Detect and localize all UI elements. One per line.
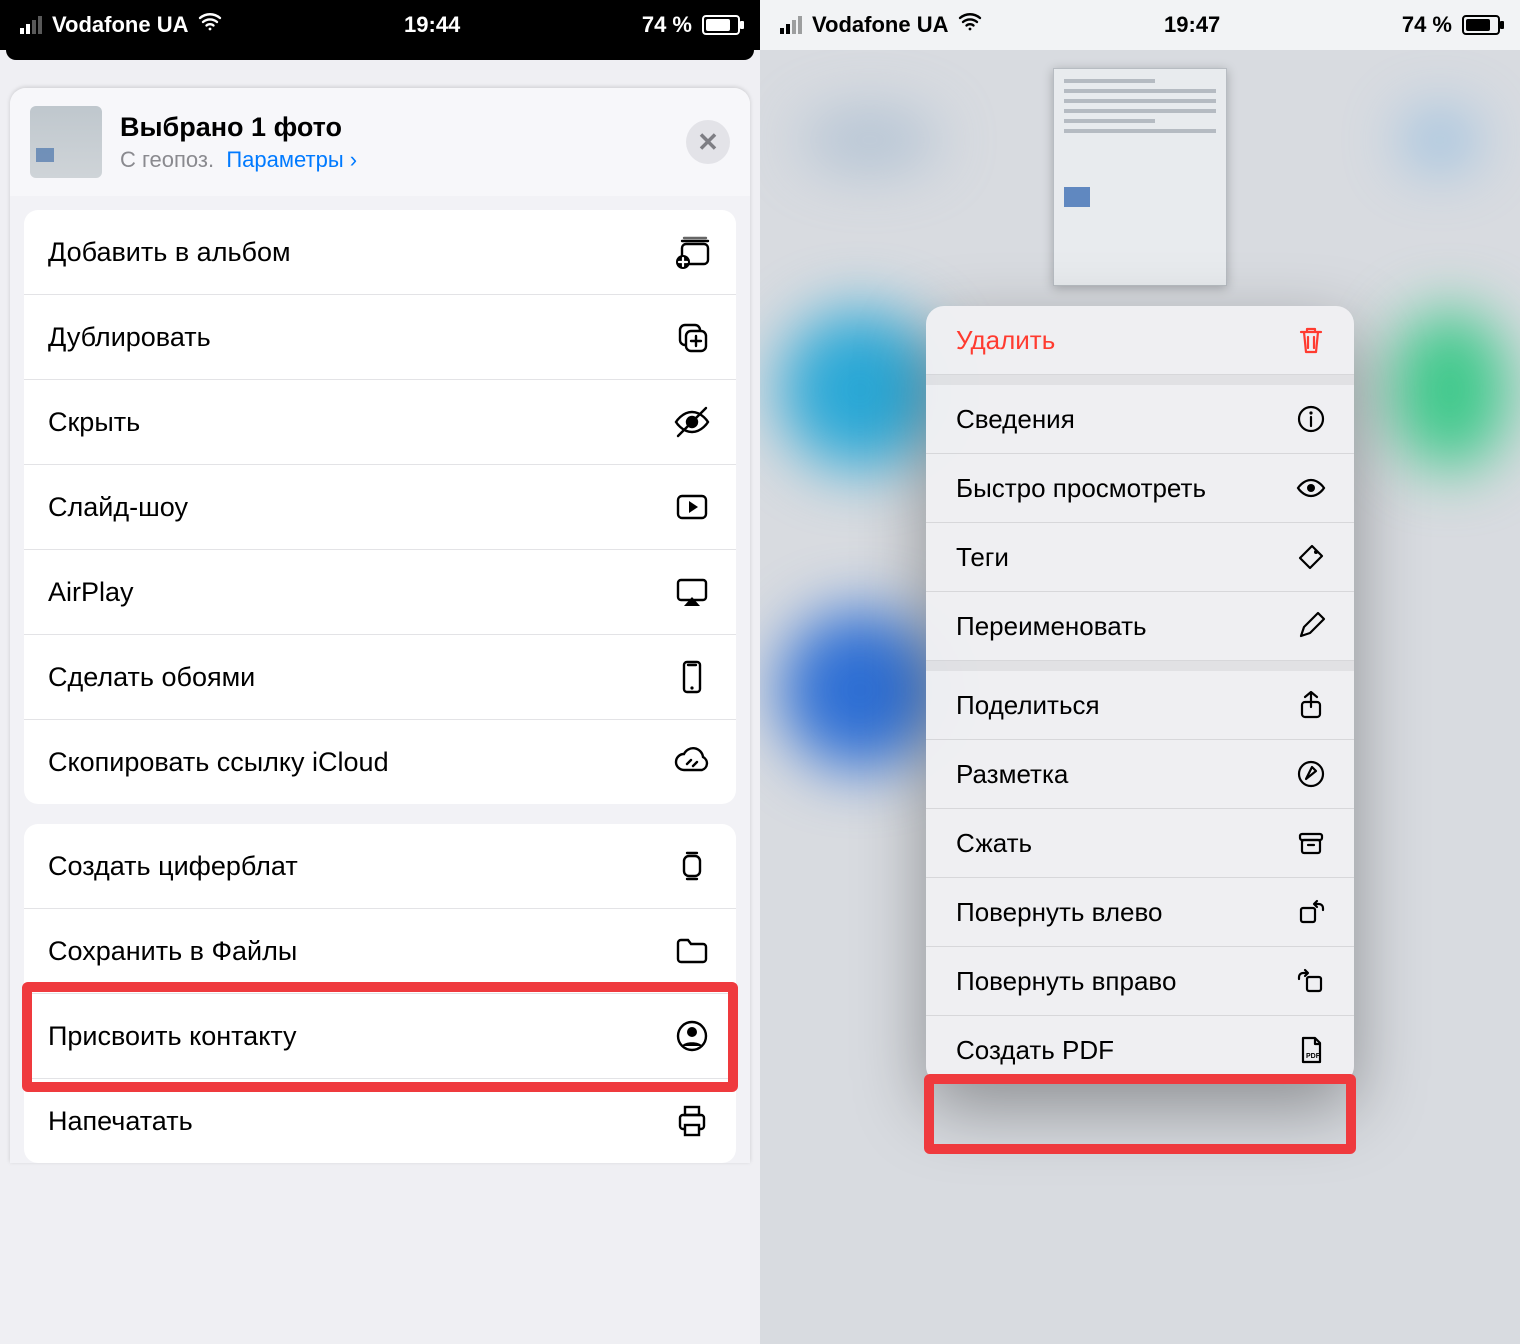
- menu-create-pdf[interactable]: Создать PDF PDF: [926, 1016, 1354, 1084]
- menu-rotate-left[interactable]: Повернуть влево: [926, 878, 1354, 947]
- menu-label: Переименовать: [956, 611, 1147, 642]
- wifi-icon: [198, 10, 222, 40]
- menu-quicklook[interactable]: Быстро просмотреть: [926, 454, 1354, 523]
- carrier-label: Vodafone UA: [812, 12, 948, 38]
- action-label: Добавить в альбом: [48, 237, 291, 268]
- signal-icon: [20, 16, 42, 34]
- share-header: Выбрано 1 фото С геопоз. Параметры › ✕: [10, 88, 750, 196]
- action-hide[interactable]: Скрыть: [24, 380, 736, 465]
- action-wallpaper[interactable]: Сделать обоями: [24, 635, 736, 720]
- archive-icon: [1294, 827, 1328, 859]
- menu-rotate-right[interactable]: Повернуть вправо: [926, 947, 1354, 1016]
- action-label: Дублировать: [48, 322, 211, 353]
- action-save-to-files[interactable]: Сохранить в Файлы: [24, 909, 736, 994]
- battery-percent: 74 %: [642, 12, 692, 38]
- close-icon: ✕: [697, 127, 719, 158]
- right-screenshot: Vodafone UA 19:47 74 %: [760, 0, 1520, 1344]
- eye-icon: [1294, 472, 1328, 504]
- hide-icon: [672, 402, 712, 442]
- actions-group-2: Создать циферблат Сохранить в Файлы Прис…: [24, 824, 736, 1163]
- menu-label: Создать PDF: [956, 1035, 1114, 1066]
- menu-share[interactable]: Поделиться: [926, 671, 1354, 740]
- share-sheet: Выбрано 1 фото С геопоз. Параметры › ✕ Д…: [10, 88, 750, 1163]
- action-label: Скрыть: [48, 407, 140, 438]
- action-label: Присвоить контакту: [48, 1021, 296, 1052]
- menu-markup[interactable]: Разметка: [926, 740, 1354, 809]
- battery-icon: [702, 15, 740, 35]
- menu-label: Теги: [956, 542, 1009, 573]
- menu-label: Разметка: [956, 759, 1068, 790]
- clock: 19:47: [982, 12, 1401, 38]
- share-icon: [1294, 689, 1328, 721]
- selection-title: Выбрано 1 фото: [120, 112, 686, 143]
- action-print[interactable]: Напечатать: [24, 1079, 736, 1163]
- action-label: AirPlay: [48, 577, 134, 608]
- geo-label: С геопоз.: [120, 147, 214, 172]
- options-link[interactable]: Параметры ›: [226, 147, 357, 172]
- pencil-icon: [1294, 610, 1328, 642]
- trash-icon: [1294, 324, 1328, 356]
- battery-percent: 74 %: [1402, 12, 1452, 38]
- action-label: Создать циферблат: [48, 851, 298, 882]
- rotate-left-icon: [1294, 896, 1328, 928]
- action-slideshow[interactable]: Слайд-шоу: [24, 465, 736, 550]
- action-label: Скопировать ссылку iCloud: [48, 747, 389, 778]
- action-duplicate[interactable]: Дублировать: [24, 295, 736, 380]
- close-button[interactable]: ✕: [686, 120, 730, 164]
- rotate-right-icon: [1294, 965, 1328, 997]
- menu-delete[interactable]: Удалить: [926, 306, 1354, 375]
- menu-label: Удалить: [956, 325, 1055, 356]
- clock: 19:44: [222, 12, 641, 38]
- menu-tags[interactable]: Теги: [926, 523, 1354, 592]
- svg-text:PDF: PDF: [1306, 1053, 1321, 1060]
- highlight-create-pdf: [924, 1074, 1356, 1154]
- tag-icon: [1294, 541, 1328, 573]
- menu-rename[interactable]: Переименовать: [926, 592, 1354, 661]
- action-label: Сохранить в Файлы: [48, 936, 297, 967]
- document-thumbnail[interactable]: [1053, 68, 1227, 286]
- signal-icon: [780, 16, 802, 34]
- carrier-label: Vodafone UA: [52, 12, 188, 38]
- action-watchface[interactable]: Создать циферблат: [24, 824, 736, 909]
- menu-label: Повернуть влево: [956, 897, 1162, 928]
- watchface-icon: [672, 846, 712, 886]
- menu-label: Сжать: [956, 828, 1032, 859]
- pdf-icon: PDF: [1294, 1034, 1328, 1066]
- action-icloud-link[interactable]: Скопировать ссылку iCloud: [24, 720, 736, 804]
- menu-compress[interactable]: Сжать: [926, 809, 1354, 878]
- menu-label: Сведения: [956, 404, 1075, 435]
- status-bar: Vodafone UA 19:47 74 %: [760, 0, 1520, 50]
- icloud-link-icon: [672, 742, 712, 782]
- airplay-icon: [672, 572, 712, 612]
- duplicate-icon: [672, 317, 712, 357]
- wallpaper-icon: [672, 657, 712, 697]
- folder-icon: [672, 931, 712, 971]
- info-icon: [1294, 403, 1328, 435]
- action-label: Напечатать: [48, 1106, 193, 1137]
- battery-icon: [1462, 15, 1500, 35]
- action-label: Сделать обоями: [48, 662, 255, 693]
- actions-group-1: Добавить в альбом Дублировать Скрыть: [24, 210, 736, 804]
- action-label: Слайд-шоу: [48, 492, 188, 523]
- action-add-to-album[interactable]: Добавить в альбом: [24, 210, 736, 295]
- menu-info[interactable]: Сведения: [926, 385, 1354, 454]
- contact-icon: [672, 1016, 712, 1056]
- photo-thumbnail: [30, 106, 102, 178]
- print-icon: [672, 1101, 712, 1141]
- menu-label: Быстро просмотреть: [956, 473, 1206, 504]
- wifi-icon: [958, 10, 982, 40]
- menu-label: Поделиться: [956, 690, 1100, 721]
- status-bar: Vodafone UA 19:44 74 %: [0, 0, 760, 50]
- left-screenshot: Vodafone UA 19:44 74 % Выбрано 1 фото: [0, 0, 760, 1344]
- menu-label: Повернуть вправо: [956, 966, 1176, 997]
- action-airplay[interactable]: AirPlay: [24, 550, 736, 635]
- action-assign-contact[interactable]: Присвоить контакту: [24, 994, 736, 1079]
- markup-icon: [1294, 758, 1328, 790]
- context-menu: Удалить Сведения Быстро просмотреть: [926, 306, 1354, 1084]
- add-album-icon: [672, 232, 712, 272]
- slideshow-icon: [672, 487, 712, 527]
